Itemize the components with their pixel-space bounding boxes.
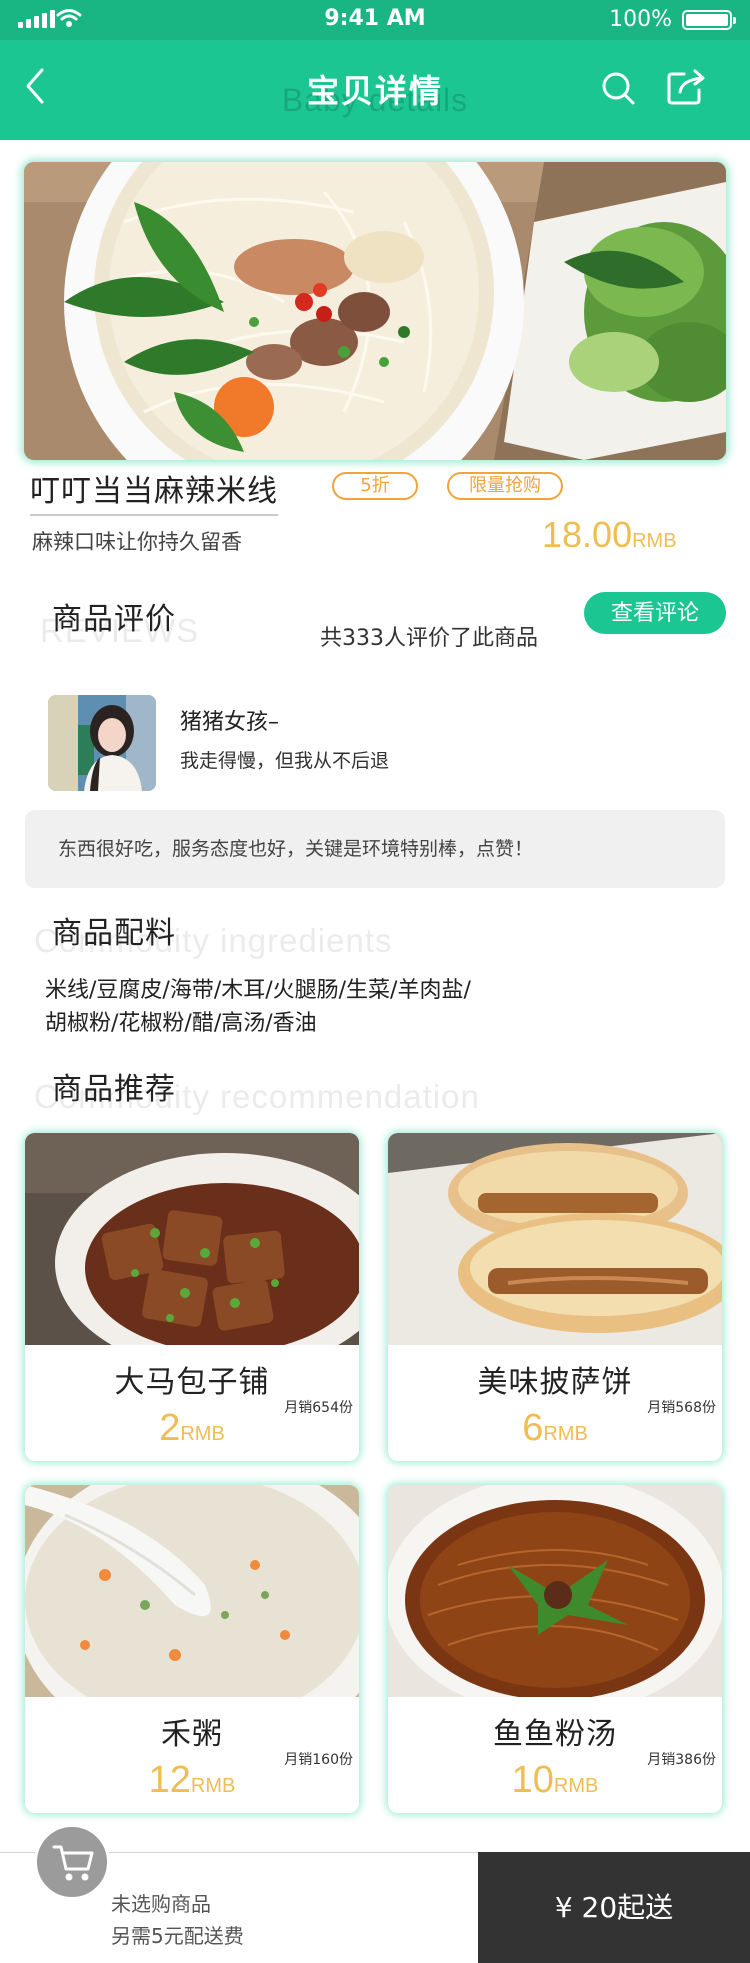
food-price-value: 12 [148,1759,191,1801]
review-comment: 东西很好吃，服务态度也好，关键是环境特别棒，点赞！ [58,838,534,860]
product-hero-image[interactable] [24,162,726,460]
recommend-card[interactable]: 大马包子铺 月销654份 2RMB [25,1133,359,1461]
recommend-title: 商品推荐 [52,1072,176,1107]
reviewer-motto: 我走得慢，但我从不后退 [180,750,390,772]
view-reviews-button[interactable]: 查看评论 [584,592,726,634]
food-price-unit: RMB [553,1775,599,1797]
discount-badge: 5折 [332,472,418,500]
search-icon[interactable] [600,70,636,106]
reviewer-name: 猪猪女孩– [180,710,280,735]
food-name: 大马包子铺 [114,1365,270,1400]
food-price-unit: RMB [180,1423,225,1445]
ingredients-list: 米线/豆腐皮/海带/木耳/火腿肠/生菜/羊肉盐/ 胡椒粉/花椒粉/醋/高汤/香油 [45,974,605,1040]
food-price: 6RMB [388,1407,722,1450]
reviews-title: 商品评价 [52,602,176,637]
food-price: 12RMB [25,1759,359,1802]
review-count: 共333人评价了此商品 [320,626,538,651]
food-photo [388,1133,722,1345]
battery-icon [682,10,736,30]
recommend-card[interactable]: 禾粥 月销160份 12RMB [25,1485,359,1813]
avatar[interactable] [48,695,156,791]
ingredients-line-2: 胡椒粉/花椒粉/醋/高汤/香油 [45,1011,317,1036]
food-photo [25,1133,359,1345]
food-name: 鱼鱼粉汤 [493,1717,617,1752]
product-name: 叮叮当当麻辣米线 [30,466,278,516]
food-photo [25,1485,359,1697]
food-price-value: 6 [522,1407,544,1449]
food-price-value: 2 [159,1407,181,1449]
product-price-value: 18.00 [542,514,633,555]
battery-percent: 100% [609,7,672,32]
status-bar: 9:41 AM 100% [0,0,750,40]
delivery-fee: 另需5元配送费 [111,1924,244,1948]
cart-icon [52,1845,94,1881]
food-photo [388,1485,722,1697]
product-price-unit: RMB [632,530,677,552]
cart-status: 未选购商品 [111,1892,211,1916]
recommend-card[interactable]: 鱼鱼粉汤 月销386份 10RMB [388,1485,722,1813]
recommend-card[interactable]: 美味披萨饼 月销568份 6RMB [388,1133,722,1461]
cart-button[interactable] [34,1824,110,1900]
food-price: 2RMB [25,1407,359,1450]
food-name: 美味披萨饼 [477,1365,633,1400]
page-title: 宝贝详情 [306,72,443,110]
top-bar: 9:41 AM 100% Baby details 宝贝详情 [0,0,750,140]
share-icon[interactable] [666,68,706,106]
food-price-unit: RMB [190,1775,236,1797]
product-slogan: 麻辣口味让你持久留香 [32,530,242,554]
food-price: 10RMB [388,1759,722,1802]
food-price-unit: RMB [543,1423,588,1445]
ingredients-line-1: 米线/豆腐皮/海带/木耳/火腿肠/生菜/羊肉盐/ [45,978,471,1003]
min-order-button[interactable]: ¥ 20起送 [478,1852,750,1963]
limited-sale-badge: 限量抢购 [447,472,563,500]
product-price: 18.00RMB [542,514,677,556]
ingredients-title: 商品配料 [52,916,176,951]
food-price-value: 10 [511,1759,554,1801]
food-name: 禾粥 [161,1717,223,1752]
